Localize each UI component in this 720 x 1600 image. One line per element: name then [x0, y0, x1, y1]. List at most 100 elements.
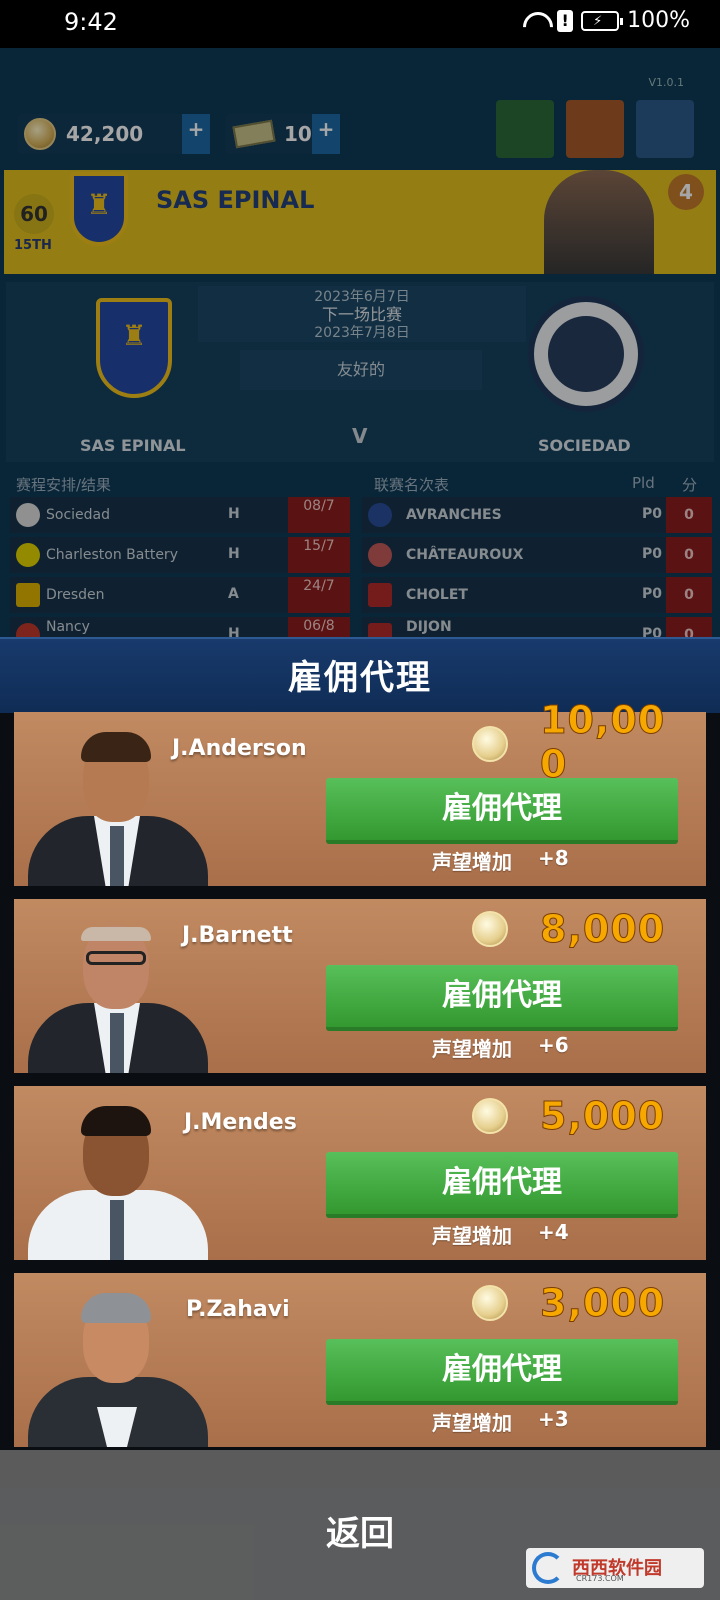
agent-price: 3,000 [539, 1281, 666, 1326]
watermark-icon [532, 1552, 564, 1584]
agent-name: J.Mendes [184, 1110, 297, 1135]
list-menu-button[interactable] [496, 100, 554, 158]
team-crest-icon [16, 543, 40, 567]
home-team: SAS EPINAL [80, 436, 186, 455]
league-row[interactable]: CHOLET P0 0 [362, 577, 712, 613]
agent-portrait [28, 905, 208, 1073]
home-away: H [228, 546, 240, 562]
league-row[interactable]: DIJON P0 0 [362, 617, 712, 637]
schedule-team: Nancy [46, 619, 90, 635]
team-crest-icon [368, 503, 392, 527]
status-bar: 9:42 ! ⚡ 100% [0, 0, 720, 48]
cash-counter: 10 + [226, 114, 340, 154]
versus-label: V [352, 424, 368, 448]
league-team: CHÂTEAUROUX [406, 547, 524, 563]
reputation-label: 声望增加 [432, 850, 512, 874]
league-row[interactable]: CHÂTEAUROUX P0 0 [362, 537, 712, 573]
agent-price-line1: 10,00 [539, 698, 666, 743]
reputation-value: +8 [538, 846, 569, 870]
reputation-label: 声望增加 [432, 1411, 512, 1435]
schedule-date: 15/7 [288, 537, 350, 573]
agent-price: 8,000 [539, 907, 666, 952]
hire-agent-button[interactable]: 雇佣代理 [326, 778, 678, 844]
agent-card: J.Barnett 8,000 雇佣代理 声望增加 +6 [14, 899, 706, 1073]
home-away: H [228, 626, 240, 637]
match-type: 友好的 [240, 350, 482, 390]
status-icons: ! ⚡ 100% [521, 8, 690, 33]
home-crest-icon [96, 298, 172, 398]
team-crest-icon [368, 543, 392, 567]
match-date-1: 2023年6月7日 [314, 289, 410, 305]
league-title: 联赛名次表 [374, 476, 450, 494]
reputation-value: +4 [538, 1220, 569, 1244]
reputation-value: +6 [538, 1033, 569, 1057]
agent-portrait [28, 1279, 208, 1447]
league-points: 0 [666, 577, 712, 613]
club-crest-icon [70, 172, 128, 246]
coin-icon [472, 726, 508, 762]
league-col-pld: Pld [632, 474, 655, 492]
reputation-label: 声望增加 [432, 1224, 512, 1248]
schedule-date: 24/7 [288, 577, 350, 613]
cash-value: 10 [284, 122, 312, 146]
cash-icon [232, 119, 276, 149]
add-coins-button[interactable]: + [182, 114, 210, 154]
agent-name: J.Anderson [172, 736, 307, 761]
clock: 9:42 [64, 8, 118, 36]
agent-name: P.Zahavi [186, 1297, 290, 1322]
match-date-2: 2023年7月8日 [314, 325, 410, 341]
version-label: V1.0.1 [648, 76, 684, 89]
dialog-title: 雇佣代理 [288, 658, 432, 698]
coin-icon [472, 1098, 508, 1134]
hire-agent-button[interactable]: 雇佣代理 [326, 1339, 678, 1405]
hire-agent-button[interactable]: 雇佣代理 [326, 1152, 678, 1218]
next-match-dates: 2023年6月7日 下一场比赛 2023年7月8日 [198, 286, 526, 342]
wifi-icon [521, 10, 549, 32]
team-crest-icon [16, 583, 40, 607]
league-col-pts: 分 [682, 476, 698, 494]
agent-card: J.Mendes 5,000 雇佣代理 声望增加 +4 [14, 1086, 706, 1260]
club-rank: 15TH [14, 238, 52, 253]
coin-icon [472, 911, 508, 947]
hire-agent-button[interactable]: 雇佣代理 [326, 965, 678, 1031]
schedule-row[interactable]: Nancy H 06/8 [10, 617, 350, 637]
league-row[interactable]: AVRANCHES P0 0 [362, 497, 712, 533]
schedule-team: Dresden [46, 587, 105, 603]
agent-card: J.Anderson 10,00 0 雇佣代理 声望增加 +8 [14, 698, 706, 886]
save-button[interactable] [636, 100, 694, 158]
agent-name: J.Barnett [182, 923, 293, 948]
award-button[interactable] [566, 100, 624, 158]
league-played: P0 [641, 626, 662, 637]
add-cash-button[interactable]: + [312, 114, 340, 154]
away-team: SOCIEDAD [538, 436, 631, 455]
watermark-sub: CR173.COM [576, 1574, 624, 1583]
coins-counter: 42,200 + [18, 114, 210, 154]
schedule-team: Charleston Battery [46, 547, 178, 563]
agent-price: 5,000 [539, 1094, 666, 1139]
agent-card: P.Zahavi 3,000 雇佣代理 声望增加 +3 [14, 1273, 706, 1447]
alert-icon: ! [557, 9, 574, 32]
coin-icon [24, 118, 56, 150]
club-level-badge: 60 [14, 194, 54, 234]
league-team: CHOLET [406, 587, 468, 603]
schedule-date: 06/8 [288, 617, 350, 637]
league-played: P0 [641, 586, 662, 602]
schedule-row[interactable]: Dresden A 24/7 [10, 577, 350, 613]
manager-level-badge: 4 [668, 174, 704, 210]
reputation-value: +3 [538, 1407, 569, 1431]
team-crest-icon [16, 503, 40, 527]
watermark-logo: 西西软件园 CR173.COM [526, 1548, 704, 1588]
reputation-label: 声望增加 [432, 1037, 512, 1061]
coins-value: 42,200 [66, 122, 144, 146]
schedule-row[interactable]: Charleston Battery H 15/7 [10, 537, 350, 573]
battery-percent: 100% [627, 8, 690, 33]
schedule-date: 08/7 [288, 497, 350, 533]
club-name: SAS EPINAL [156, 186, 315, 214]
agent-portrait [28, 1092, 208, 1260]
league-team: DIJON [406, 619, 452, 635]
league-team: AVRANCHES [406, 507, 502, 523]
league-points: 0 [666, 497, 712, 533]
schedule-row[interactable]: Sociedad H 08/7 [10, 497, 350, 533]
manager-avatar [544, 170, 654, 274]
team-crest-icon [16, 623, 40, 637]
